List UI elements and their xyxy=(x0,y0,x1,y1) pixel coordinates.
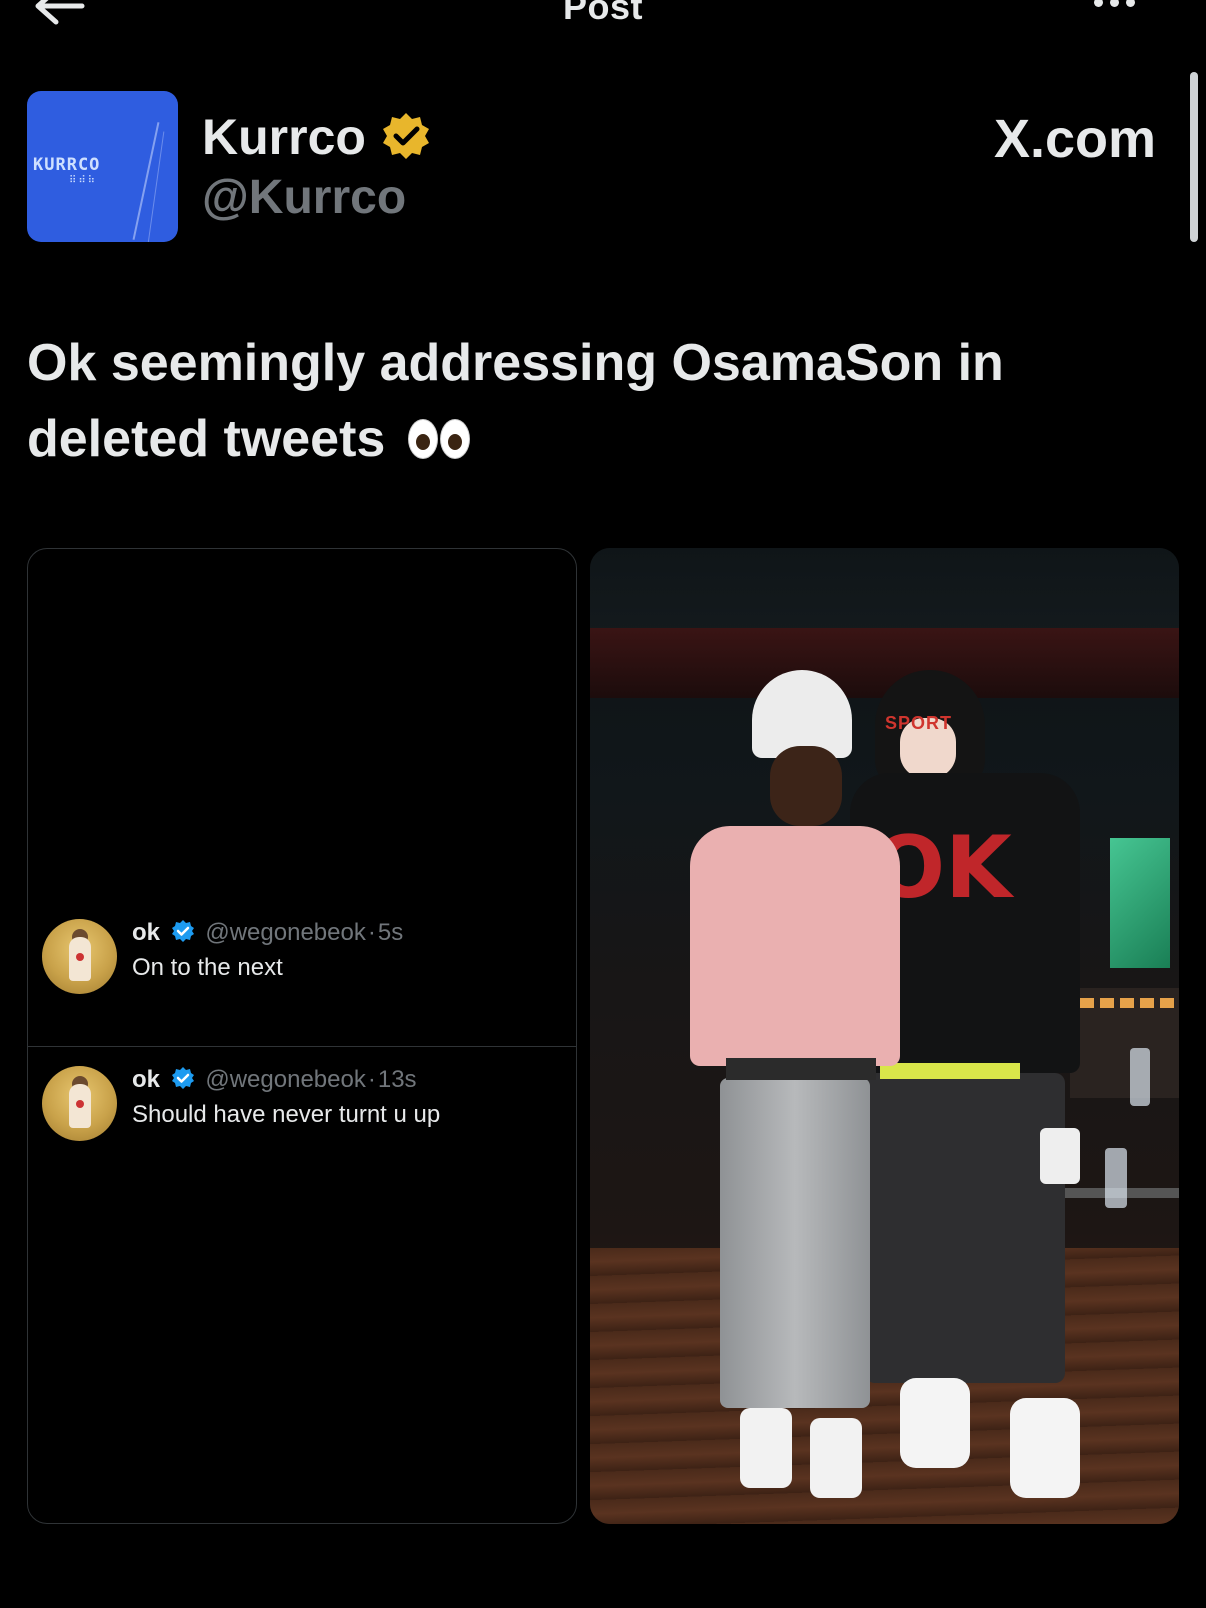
author-handle[interactable]: @Kurrco xyxy=(202,170,406,225)
top-bar: Post xyxy=(0,0,1206,40)
verified-blue-icon xyxy=(171,1067,194,1089)
post-text: Ok seemingly addressing OsamaSon in dele… xyxy=(27,325,1167,480)
media-image-photo[interactable]: SPORT OK xyxy=(590,548,1179,1524)
verified-blue-icon xyxy=(171,920,194,942)
tweet-avatar xyxy=(42,919,117,994)
tweet-name: ok xyxy=(132,1066,161,1093)
author-avatar[interactable]: KURRCO ⠿⠾⠷ xyxy=(27,91,178,242)
tweet-separator: · xyxy=(367,919,376,946)
tweet-header: ok @wegonebeok·5s xyxy=(132,919,403,947)
media-image-tweets[interactable]: ok @wegonebeok·5s On to the next ok @weg… xyxy=(27,548,577,1524)
more-icon[interactable] xyxy=(1094,0,1154,14)
tweet-time: 13s xyxy=(377,1066,417,1093)
tweet-text: On to the next xyxy=(132,954,283,981)
author-display-name[interactable]: Kurrco xyxy=(202,108,366,166)
verified-gold-icon xyxy=(381,111,431,161)
page-title: Post xyxy=(562,0,643,27)
tweet-name: ok xyxy=(132,919,161,946)
tweet-time: 5s xyxy=(377,919,404,946)
tweet-header: ok @wegonebeok·13s xyxy=(132,1066,417,1094)
post-page: Post KURRCO ⠿⠾⠷ Kurrco @Kurrco X.com Ok … xyxy=(0,0,1206,1608)
source-label: X.com xyxy=(993,109,1156,169)
avatar-logo-dots: ⠿⠾⠷ xyxy=(69,175,97,186)
tweet-separator: · xyxy=(367,1066,376,1093)
tweet-avatar xyxy=(42,1066,117,1141)
eyes-emoji-icon xyxy=(407,404,472,480)
tweet-handle: @wegonebeok xyxy=(205,1066,366,1093)
post-text-content: Ok seemingly addressing OsamaSon in dele… xyxy=(27,334,1004,468)
scrollbar[interactable] xyxy=(1190,72,1198,242)
tweet-handle: @wegonebeok xyxy=(205,919,366,946)
avatar-logo-text: KURRCO xyxy=(33,155,101,175)
photo-hood-text: SPORT xyxy=(885,713,953,733)
divider xyxy=(28,1046,576,1047)
tweet-text: Should have never turnt u up xyxy=(132,1101,441,1128)
